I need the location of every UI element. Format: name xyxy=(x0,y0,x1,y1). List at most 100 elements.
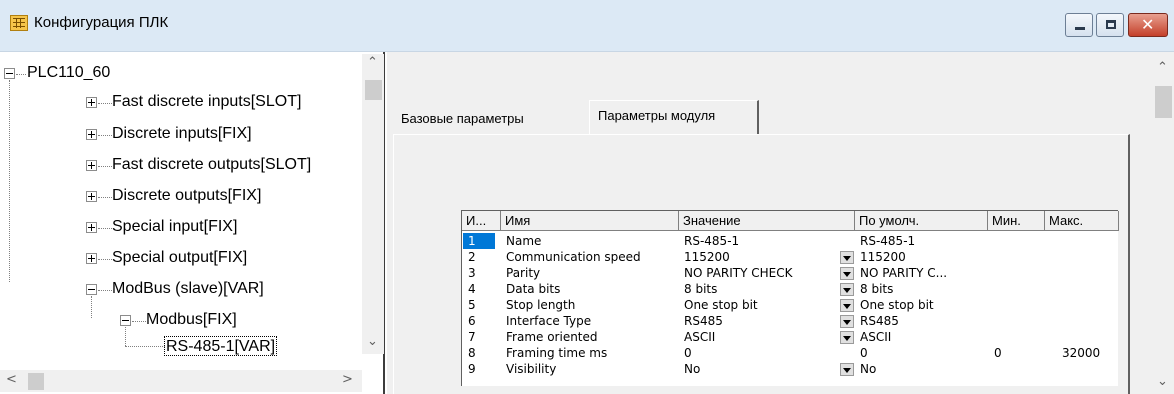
scroll-up-icon[interactable]: ⌃ xyxy=(1157,60,1168,75)
expand-toggle-icon[interactable] xyxy=(86,129,97,140)
collapse-toggle-icon[interactable] xyxy=(86,284,97,295)
table-row[interactable]: 9 Visibility No No xyxy=(462,361,1119,377)
collapse-toggle-icon[interactable] xyxy=(120,315,131,326)
scroll-left-icon[interactable]: < xyxy=(6,372,17,387)
cell-value[interactable]: ASCII xyxy=(684,329,715,345)
cell-idx: 4 xyxy=(468,282,476,296)
table-row[interactable]: 6 Interface Type RS485 RS485 xyxy=(462,313,1119,329)
cell-idx: 3 xyxy=(468,266,476,280)
table-row[interactable]: 4 Data bits 8 bits 8 bits xyxy=(462,281,1119,297)
cell-name: Parity xyxy=(506,266,541,280)
cell-name: Stop length xyxy=(506,298,576,312)
cell-name: Name xyxy=(506,234,542,248)
cell-idx: 7 xyxy=(468,330,476,344)
table-row[interactable]: 3 Parity NO PARITY CHECK NO PARITY C... xyxy=(462,265,1119,281)
scroll-up-icon[interactable]: ⌃ xyxy=(367,55,378,70)
table-row[interactable]: 2 Communication speed 115200 115200 xyxy=(462,249,1119,265)
title-bar: Конфигурация ПЛК ✕ xyxy=(0,0,1174,52)
parameters-grid: И... Имя Значение По умолч. Мин. Макс. 1… xyxy=(461,210,1119,386)
table-row[interactable]: 1 Name RS-485-1 RS-485-1 xyxy=(462,233,1119,249)
maximize-icon xyxy=(1106,20,1116,29)
window-title: Конфигурация ПЛК xyxy=(34,14,169,31)
expand-toggle-icon[interactable] xyxy=(86,97,97,108)
col-header-default[interactable]: По умолч. xyxy=(855,211,988,231)
cell-default: No xyxy=(860,362,877,376)
scroll-right-icon[interactable]: > xyxy=(342,372,353,387)
cell-value[interactable]: One stop bit xyxy=(684,297,758,313)
close-button[interactable]: ✕ xyxy=(1128,13,1168,37)
cell-default: One stop bit xyxy=(860,298,934,312)
cell-name: Framing time ms xyxy=(506,346,608,360)
pane-vertical-scrollbar[interactable]: ⌃ ⌄ xyxy=(1152,52,1174,394)
scroll-thumb[interactable] xyxy=(365,80,382,100)
cell-default: 115200 xyxy=(860,250,906,264)
cell-idx: 2 xyxy=(468,250,476,264)
cell-default: RS485 xyxy=(860,314,899,328)
scroll-down-icon[interactable]: ⌄ xyxy=(367,334,378,349)
tree-horizontal-scrollbar[interactable]: < > xyxy=(0,370,362,392)
tab-base-parameters[interactable]: Базовые параметры xyxy=(397,108,587,132)
tree-item[interactable]: Fast discrete inputs[SLOT] xyxy=(112,92,301,112)
col-header-value[interactable]: Значение xyxy=(679,211,855,231)
plc-config-icon xyxy=(10,15,28,31)
cell-default: RS-485-1 xyxy=(860,234,916,248)
tree-item[interactable]: Discrete outputs[FIX] xyxy=(112,186,261,206)
maximize-button[interactable] xyxy=(1096,13,1124,37)
cell-value[interactable]: RS485 xyxy=(684,313,723,329)
dropdown-arrow-icon[interactable] xyxy=(840,363,854,376)
cell-idx: 1 xyxy=(468,234,476,248)
cell-max: 32000 xyxy=(1062,346,1101,360)
cell-min: 0 xyxy=(994,346,1002,360)
tree-item[interactable]: Fast discrete outputs[SLOT] xyxy=(112,155,311,175)
dropdown-arrow-icon[interactable] xyxy=(840,251,854,264)
dropdown-arrow-icon[interactable] xyxy=(840,267,854,280)
cell-name: Visibility xyxy=(506,362,557,376)
expand-toggle-icon[interactable] xyxy=(86,191,97,202)
cell-value[interactable]: 8 bits xyxy=(684,281,717,297)
parameters-pane: Базовые параметры Параметры модуля И... … xyxy=(387,52,1174,394)
dropdown-arrow-icon[interactable] xyxy=(840,283,854,296)
cell-idx: 5 xyxy=(468,298,476,312)
dropdown-arrow-icon[interactable] xyxy=(840,299,854,312)
tree-item-rs485-selected[interactable]: RS-485-1[VAR] xyxy=(164,336,278,356)
cell-value[interactable]: 0 xyxy=(684,345,692,361)
expand-toggle-icon[interactable] xyxy=(86,160,97,171)
tab-module-parameters[interactable]: Параметры модуля xyxy=(589,100,759,134)
cell-name: Communication speed xyxy=(506,250,641,264)
cell-default: NO PARITY C... xyxy=(860,266,948,280)
cell-name: Interface Type xyxy=(506,314,592,328)
scroll-thumb[interactable] xyxy=(1155,86,1172,118)
tree-item[interactable]: Discrete inputs[FIX] xyxy=(112,124,252,144)
tree-vertical-scrollbar[interactable]: ⌃ ⌄ xyxy=(362,54,384,354)
col-header-name[interactable]: Имя xyxy=(501,211,679,231)
config-tree: PLC110_60 Fast discrete inputs[SLOT] Dis… xyxy=(0,52,385,394)
minimize-button[interactable] xyxy=(1065,13,1093,37)
scroll-thumb[interactable] xyxy=(28,373,44,390)
cell-value[interactable]: NO PARITY CHECK xyxy=(684,265,793,281)
table-row[interactable]: 8 Framing time ms 0 0 0 32000 xyxy=(462,345,1119,361)
cell-idx: 6 xyxy=(468,314,476,328)
dropdown-arrow-icon[interactable] xyxy=(840,315,854,328)
col-header-min[interactable]: Мин. xyxy=(988,211,1045,231)
cell-value[interactable]: No xyxy=(684,361,700,377)
cell-value[interactable]: RS-485-1 xyxy=(684,233,739,249)
tree-item[interactable]: Special output[FIX] xyxy=(112,248,247,268)
tree-item-modbus-slave[interactable]: ModBus (slave)[VAR] xyxy=(112,279,264,299)
cell-value[interactable]: 115200 xyxy=(684,249,730,265)
cell-name: Data bits xyxy=(506,282,561,296)
table-row[interactable]: 5 Stop length One stop bit One stop bit xyxy=(462,297,1119,313)
cell-idx: 9 xyxy=(468,362,476,376)
expand-toggle-icon[interactable] xyxy=(86,253,97,264)
col-header-max[interactable]: Макс. xyxy=(1045,211,1119,231)
tree-root-plc110-60[interactable]: PLC110_60 xyxy=(27,63,110,83)
collapse-toggle-icon[interactable] xyxy=(4,68,15,79)
table-row[interactable]: 7 Frame oriented ASCII ASCII xyxy=(462,329,1119,345)
tree-item[interactable]: Special input[FIX] xyxy=(112,217,237,237)
expand-toggle-icon[interactable] xyxy=(86,222,97,233)
cell-default: 0 xyxy=(860,346,868,360)
tree-item-modbus[interactable]: Modbus[FIX] xyxy=(146,310,237,330)
scroll-down-icon[interactable]: ⌄ xyxy=(1157,374,1168,389)
grid-header: И... Имя Значение По умолч. Мин. Макс. xyxy=(462,211,1119,231)
dropdown-arrow-icon[interactable] xyxy=(840,331,854,344)
col-header-index[interactable]: И... xyxy=(462,211,501,231)
